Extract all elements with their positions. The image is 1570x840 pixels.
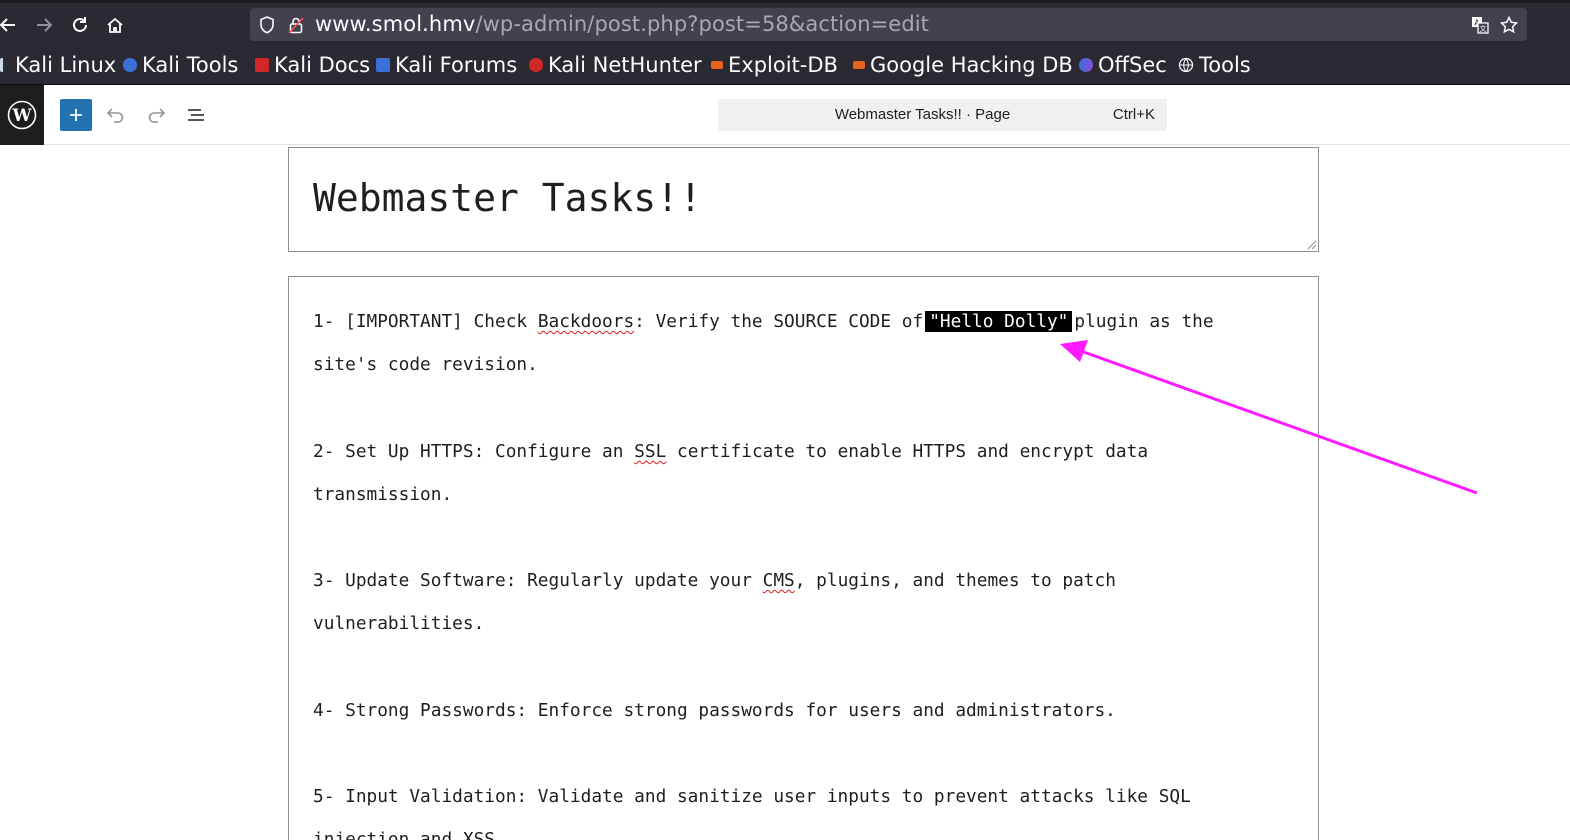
ghdb-icon xyxy=(853,61,865,69)
redo-icon xyxy=(148,108,166,123)
shield-icon[interactable] xyxy=(257,15,277,35)
star-icon[interactable] xyxy=(1499,15,1519,35)
task-text: 3- Update Software: Regularly update you… xyxy=(313,570,763,591)
misspelled-word: Backdoors xyxy=(537,311,635,332)
kali-docs-icon xyxy=(255,58,269,72)
task-text: 2- Set Up HTTPS: Configure an xyxy=(313,441,635,462)
task-text: plugin as the xyxy=(1074,311,1214,332)
task-2-line-2: transmission. xyxy=(313,484,453,505)
bookmark-label: Kali Docs xyxy=(274,53,371,77)
svg-text:文: 文 xyxy=(1480,24,1487,33)
highlighted-plugin-name: "Hello Dolly" xyxy=(925,311,1073,332)
address-bar[interactable]: www.smol.hmv/wp-admin/post.php?post=58&a… xyxy=(250,8,1527,41)
bookmark-label: OffSec xyxy=(1098,53,1167,77)
post-title: Webmaster Tasks!! xyxy=(313,176,702,220)
bookmark-google-hacking-db[interactable]: Google Hacking DB xyxy=(853,52,1073,78)
bookmark-tools[interactable]: Tools xyxy=(1178,52,1251,78)
bookmark-kali-nethunter[interactable]: Kali NetHunter xyxy=(529,52,702,78)
task-5-line-1: 5- Input Validation: Validate and saniti… xyxy=(313,786,1191,807)
forward-arrow-icon[interactable] xyxy=(30,11,58,39)
bookmark-offsec[interactable]: OffSec xyxy=(1079,52,1167,78)
url-domain: www.smol.hmv xyxy=(315,12,476,36)
task-text: 1- [IMPORTANT] Check xyxy=(313,311,538,332)
offsec-icon xyxy=(1079,58,1093,72)
url-path: /wp-admin/post.php?post=58&action=edit xyxy=(475,12,930,36)
task-2-line-1: 2- Set Up HTTPS: Configure an SSL certif… xyxy=(313,441,1148,463)
globe-icon xyxy=(1178,57,1194,73)
task-text: certificate to enable HTTPS and encrypt … xyxy=(666,441,1149,462)
bookmarks-bar: Kali Linux Kali Tools Kali Docs Kali For… xyxy=(0,46,1570,85)
bookmark-kali-linux[interactable]: Kali Linux xyxy=(0,52,116,78)
bookmark-label: Tools xyxy=(1199,53,1251,77)
kali-nethunter-icon xyxy=(529,58,543,72)
bookmark-label: Exploit-DB xyxy=(728,53,838,77)
browser-toolbar: www.smol.hmv/wp-admin/post.php?post=58&a… xyxy=(0,0,1570,46)
bookmark-label: Kali Tools xyxy=(142,53,239,77)
task-text: , plugins, and themes to patch xyxy=(794,570,1116,591)
svg-text:W: W xyxy=(11,106,32,126)
lock-icon[interactable] xyxy=(286,15,306,35)
reload-icon[interactable] xyxy=(66,11,94,39)
editor-header: W Webmaster Tasks!! · Page Ctrl+K xyxy=(0,85,1570,145)
post-content-field[interactable]: 1- [IMPORTANT] Check Backdoors: Verify t… xyxy=(288,276,1319,840)
task-3-line-1: 3- Update Software: Regularly update you… xyxy=(313,570,1116,592)
document-title: Webmaster Tasks!! · Page xyxy=(834,106,1011,123)
task-1-line-2: site's code revision. xyxy=(313,354,538,375)
task-3-line-2: vulnerabilities. xyxy=(313,613,485,634)
document-overview-button[interactable] xyxy=(180,99,212,131)
back-arrow-icon[interactable] xyxy=(0,11,22,39)
resize-handle-icon[interactable] xyxy=(1305,238,1317,250)
bookmark-label: Kali Forums xyxy=(395,53,518,77)
list-view-icon xyxy=(188,109,204,121)
translate-icon[interactable]: A文 xyxy=(1470,15,1490,35)
command-palette-bar[interactable]: Webmaster Tasks!! · Page Ctrl+K xyxy=(718,99,1167,131)
home-icon[interactable] xyxy=(101,11,129,39)
url-text[interactable]: www.smol.hmv/wp-admin/post.php?post=58&a… xyxy=(315,12,929,37)
misspelled-word: CMS xyxy=(762,570,795,591)
post-title-field[interactable]: Webmaster Tasks!! xyxy=(288,147,1319,252)
exploit-db-icon xyxy=(711,61,723,69)
bookmark-exploit-db[interactable]: Exploit-DB xyxy=(711,52,838,78)
plus-icon xyxy=(70,109,82,121)
task-text: : Verify the SOURCE CODE of xyxy=(634,311,924,332)
bookmark-kali-forums[interactable]: Kali Forums xyxy=(376,52,517,78)
undo-icon xyxy=(106,108,124,123)
bookmark-label: Google Hacking DB xyxy=(870,53,1073,77)
bookmark-kali-docs[interactable]: Kali Docs xyxy=(255,52,370,78)
kali-dragon-icon xyxy=(0,58,10,72)
task-4-line-1: 4- Strong Passwords: Enforce strong pass… xyxy=(313,700,1116,721)
undo-button[interactable] xyxy=(100,99,132,131)
block-inserter-button[interactable] xyxy=(60,99,92,131)
wordpress-logo-icon[interactable]: W xyxy=(0,85,44,145)
redo-button[interactable] xyxy=(140,99,172,131)
task-1-line-1: 1- [IMPORTANT] Check Backdoors: Verify t… xyxy=(313,311,1214,333)
kali-tools-icon xyxy=(123,58,137,72)
bookmark-kali-tools[interactable]: Kali Tools xyxy=(123,52,238,78)
kali-forums-icon xyxy=(376,58,390,72)
misspelled-word: SSL xyxy=(634,441,667,462)
bookmark-label: Kali NetHunter xyxy=(548,53,702,77)
keyboard-shortcut: Ctrl+K xyxy=(1112,106,1155,123)
bookmark-label: Kali Linux xyxy=(15,53,117,77)
task-5-line-2: injection and XSS. xyxy=(313,829,506,840)
